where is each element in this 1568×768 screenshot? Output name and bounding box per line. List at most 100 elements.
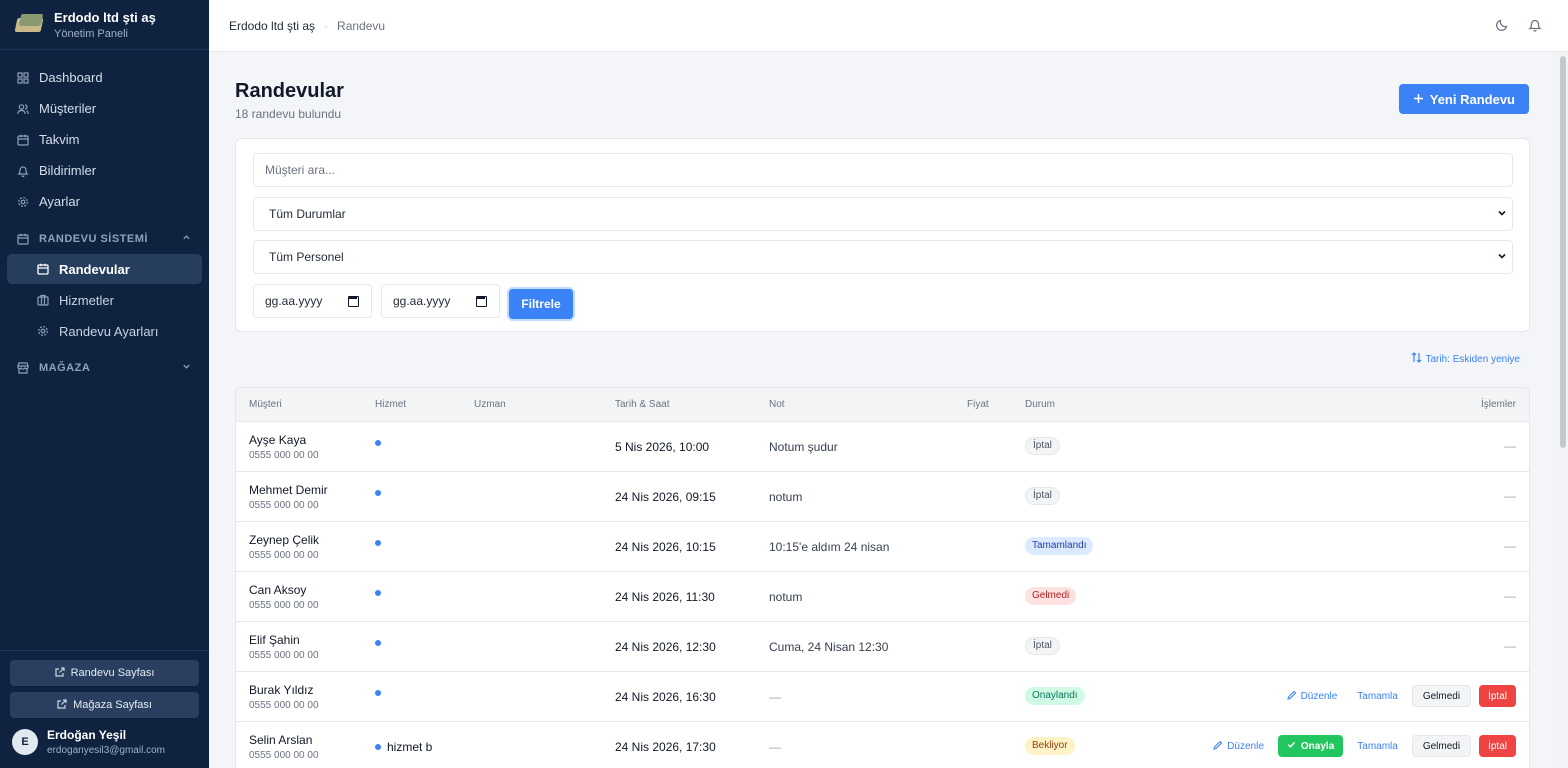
breadcrumb-current: Randevu — [337, 18, 386, 33]
approve-label: Onayla — [1300, 740, 1335, 752]
col-datetime: Tarih & Saat — [615, 399, 670, 410]
row-actions: Düzenle Tamamla Gelmedi İptal — [1281, 685, 1516, 707]
breadcrumb-root[interactable]: Erdodo ltd şti aş — [229, 19, 315, 33]
customer-name: Burak Yıldız — [249, 683, 314, 697]
gear-icon — [17, 196, 29, 208]
date-from-input[interactable]: gg.aa.yyyy — [253, 284, 372, 318]
new-appointment-button[interactable]: Yeni Randevu — [1398, 84, 1529, 114]
table-header: Müşteri Hizmet Uzman Tarih & Saat Not Fi… — [236, 388, 1529, 422]
sidebar-item-label: Randevular — [59, 261, 130, 277]
sidebar-item-takvim[interactable]: Takvim — [0, 124, 209, 155]
table-row[interactable]: Elif Şahin 0555 000 00 00 24 Nis 2026, 12… — [236, 622, 1529, 672]
staff-select[interactable]: Tüm Personel — [253, 240, 1513, 274]
bell-icon[interactable] — [1527, 17, 1542, 32]
search-input[interactable]: Müşteri ara... — [253, 153, 1513, 187]
randevu-page-label: Randevu Sayfası — [70, 667, 155, 679]
user-email: erdoganyesil3@gmail.com — [47, 745, 165, 756]
sidebar-item-randevu-ayarlari[interactable]: Randevu Ayarları — [7, 316, 202, 346]
new-appointment-label: Yeni Randevu — [1429, 91, 1515, 107]
external-link-icon — [55, 666, 65, 680]
customer-name: Zeynep Çelik — [249, 533, 320, 547]
scrollbar[interactable] — [1558, 52, 1568, 768]
col-service: Hizmet — [375, 399, 407, 410]
col-customer: Müşteri — [249, 399, 282, 410]
brand-subtitle: Yönetim Paneli — [54, 27, 128, 40]
col-price: Fiyat — [967, 399, 989, 410]
filter-button[interactable]: Filtrele — [509, 289, 573, 319]
cancel-button[interactable]: İptal — [1479, 735, 1516, 757]
no-actions: — — [1504, 439, 1516, 453]
status-badge: İptal — [1025, 487, 1060, 505]
user-profile[interactable]: E Erdoğan Yeşil erdoganyesil3@gmail.com — [0, 724, 209, 768]
datetime-cell: 24 Nis 2026, 17:30 — [615, 740, 716, 754]
moon-icon[interactable] — [1494, 17, 1509, 32]
sidebar-nav: Dashboard Müşteriler Takvim Bildirimler … — [0, 50, 209, 383]
service-cell — [375, 490, 387, 496]
topbar: Erdodo ltd şti aş · Randevu — [209, 0, 1568, 52]
complete-button[interactable]: Tamamla — [1351, 685, 1404, 707]
calendar-icon[interactable] — [348, 296, 359, 307]
table-row[interactable]: Burak Yıldız 0555 000 00 00 24 Nis 2026, … — [236, 672, 1529, 722]
complete-button[interactable]: Tamamla — [1351, 735, 1404, 757]
sidebar-item-label: Dashboard — [39, 70, 103, 85]
datetime-cell: 5 Nis 2026, 10:00 — [615, 440, 710, 454]
sidebar-item-dashboard[interactable]: Dashboard — [0, 62, 209, 93]
page-title: Randevular — [235, 80, 344, 102]
edit-label: Düzenle — [1227, 740, 1264, 752]
sidebar-section-randevu[interactable]: RANDEVU SİSTEMİ — [0, 223, 209, 254]
col-note: Not — [769, 399, 785, 410]
check-icon — [1287, 740, 1296, 752]
table-row[interactable]: Mehmet Demir 0555 000 00 00 24 Nis 2026, … — [236, 472, 1529, 522]
service-dot — [375, 590, 381, 596]
sidebar-item-label: Ayarlar — [39, 194, 80, 209]
note-cell: Notum şudur — [769, 440, 838, 454]
table-row[interactable]: Can Aksoy 0555 000 00 00 24 Nis 2026, 11:… — [236, 572, 1529, 622]
sort-toggle[interactable]: Tarih: Eskiden yeniye — [1411, 352, 1520, 366]
randevu-page-button[interactable]: Randevu Sayfası — [10, 660, 199, 686]
sidebar-item-musteriler[interactable]: Müşteriler — [0, 93, 209, 124]
customer-phone: 0555 000 00 00 — [249, 550, 319, 561]
no-actions: — — [1504, 489, 1516, 503]
table-row[interactable]: Zeynep Çelik 0555 000 00 00 24 Nis 2026, … — [236, 522, 1529, 572]
status-badge: İptal — [1025, 437, 1060, 455]
sidebar-item-hizmetler[interactable]: Hizmetler — [7, 285, 202, 315]
magaza-page-button[interactable]: Mağaza Sayfası — [10, 692, 199, 718]
brand-logo — [14, 13, 46, 36]
calendar-icon[interactable] — [476, 296, 487, 307]
edit-label: Düzenle — [1300, 690, 1338, 702]
section-label: RANDEVU SİSTEMİ — [39, 232, 148, 245]
row-actions: Düzenle Onayla Tamamla Gelmedi İptal — [1207, 735, 1516, 757]
table-row[interactable]: Selin Arslan 0555 000 00 00 hizmet b 24 N… — [236, 722, 1529, 768]
cancel-button[interactable]: İptal — [1479, 685, 1516, 707]
edit-button[interactable]: Düzenle — [1207, 735, 1270, 757]
service-dot — [375, 690, 381, 696]
no-actions: — — [1504, 539, 1516, 553]
status-badge: Tamamlandı — [1025, 537, 1094, 555]
scrollbar-thumb[interactable] — [1560, 56, 1566, 448]
service-dot — [375, 540, 381, 546]
sidebar-item-ayarlar[interactable]: Ayarlar — [0, 186, 209, 217]
date-to-input[interactable]: gg.aa.yyyy — [381, 284, 500, 318]
datetime-cell: 24 Nis 2026, 12:30 — [615, 640, 716, 654]
brand[interactable]: Erdodo ltd şti aş Yönetim Paneli — [0, 0, 209, 50]
grid-icon — [17, 71, 29, 84]
note-cell: Cuma, 24 Nisan 12:30 — [769, 640, 889, 654]
customer-phone: 0555 000 00 00 — [249, 650, 319, 661]
approve-button[interactable]: Onayla — [1277, 735, 1344, 757]
status-select[interactable]: Tüm Durumlar — [253, 197, 1513, 231]
noshow-button[interactable]: Gelmedi — [1411, 685, 1472, 707]
edit-button[interactable]: Düzenle — [1281, 685, 1344, 707]
service-dot — [375, 490, 381, 496]
sidebar-item-label: Müşteriler — [39, 101, 97, 116]
noshow-button[interactable]: Gelmedi — [1411, 735, 1472, 757]
col-status: Durum — [1025, 399, 1056, 410]
sidebar-item-randevular[interactable]: Randevular — [7, 254, 202, 284]
sidebar-footer: Randevu Sayfası Mağaza Sayfası E Erdoğan… — [0, 650, 209, 768]
sidebar-section-magaza[interactable]: MAĞAZA — [0, 352, 209, 383]
table-row[interactable]: Ayşe Kaya 0555 000 00 00 5 Nis 2026, 10:0… — [236, 422, 1529, 472]
status-badge: Gelmedi — [1025, 587, 1077, 605]
sidebar-item-bildirimler[interactable]: Bildirimler — [0, 155, 209, 186]
customer-phone: 0555 000 00 00 — [249, 750, 319, 761]
section-label: MAĞAZA — [39, 361, 91, 374]
magaza-page-label: Mağaza Sayfası — [73, 699, 152, 711]
